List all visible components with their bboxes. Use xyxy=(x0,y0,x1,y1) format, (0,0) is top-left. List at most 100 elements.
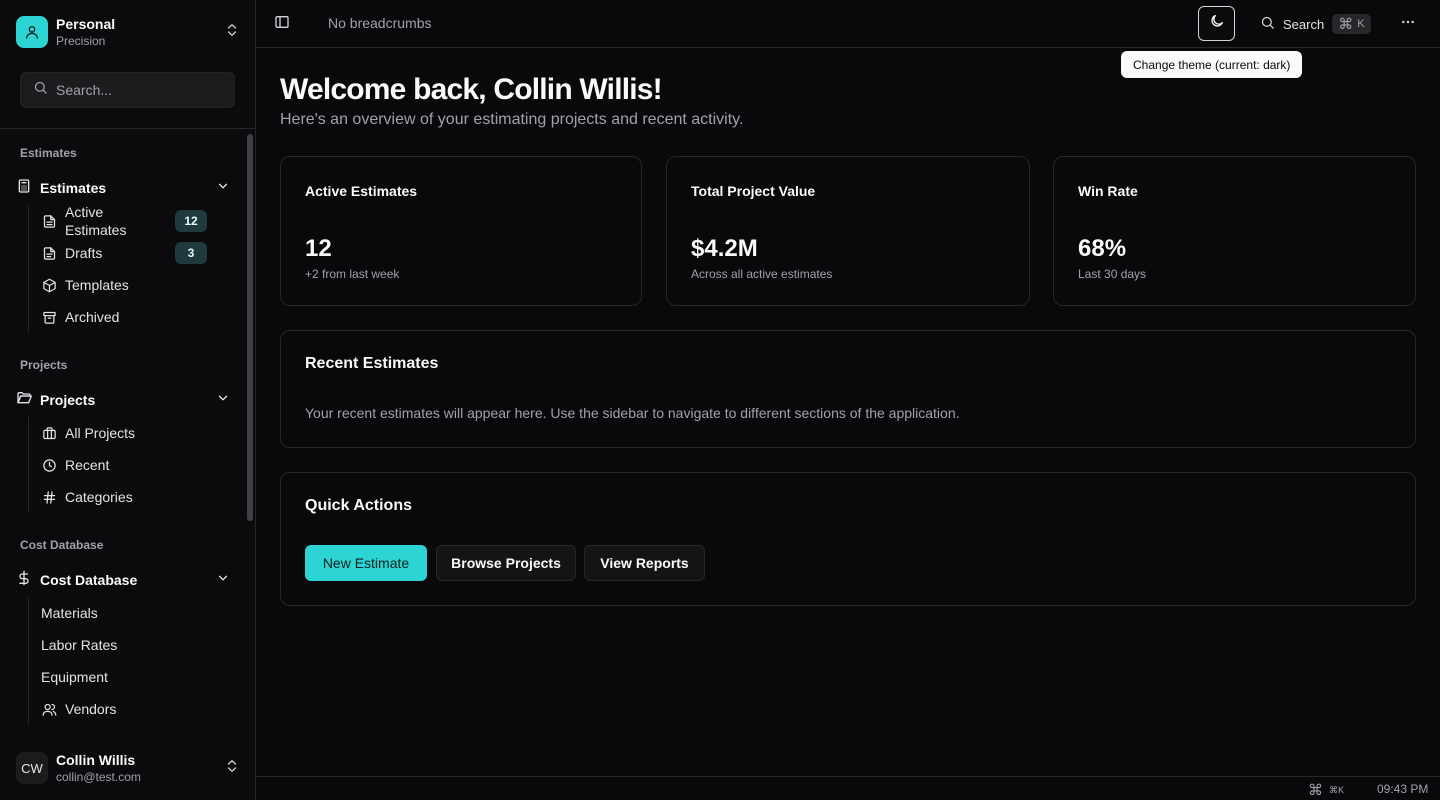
group-label-projects: Projects xyxy=(20,358,68,372)
clock: 09:43 PM xyxy=(1377,782,1429,796)
user-email: collin@test.com xyxy=(56,769,141,784)
count-badge: 3 xyxy=(175,242,207,264)
hash-icon xyxy=(41,489,57,505)
sidebar-search[interactable] xyxy=(20,72,235,108)
chevrons-up-down-icon xyxy=(224,758,240,779)
status-bar: ⌘ ⌘K 09:43 PM xyxy=(256,776,1440,800)
group-title-projects: Projects xyxy=(40,392,96,408)
stat-title: Win Rate xyxy=(1078,183,1138,199)
group-estimates-toggle[interactable]: Estimates xyxy=(16,174,230,202)
new-estimate-button[interactable]: New Estimate xyxy=(305,545,427,581)
sidebar-item-archived[interactable]: Archived xyxy=(41,303,207,331)
stat-value: $4.2M xyxy=(691,235,758,262)
command-symbol: ⌘ xyxy=(1338,16,1354,33)
group-label-estimates: Estimates xyxy=(20,146,77,160)
sidebar-item-labor-rates[interactable]: Labor Rates xyxy=(41,631,207,659)
sidebar: Personal Precision Estimates Estimates xyxy=(0,0,256,800)
search-shortcut: ⌘ K xyxy=(1332,14,1371,34)
stat-note: Last 30 days xyxy=(1078,267,1147,281)
card-text: Your recent estimates will appear here. … xyxy=(305,405,960,421)
chevron-down-icon xyxy=(216,179,230,198)
global-search-button[interactable]: Search ⌘ K xyxy=(1260,12,1371,36)
stat-value: 68% xyxy=(1078,235,1127,262)
sidebar-toggle-button[interactable] xyxy=(270,12,294,36)
stat-title: Total Project Value xyxy=(691,183,816,199)
clock-icon xyxy=(41,457,57,473)
sidebar-item-drafts[interactable]: Drafts 3 xyxy=(41,239,207,267)
dollar-sign-icon xyxy=(16,570,32,591)
shortcut-key: K xyxy=(1357,18,1365,30)
sidebar-item-label: Recent xyxy=(65,457,110,473)
stat-note: +2 from last week xyxy=(305,267,400,281)
search-label: Search xyxy=(1283,16,1325,32)
sidebar-item-label: Labor Rates xyxy=(41,637,118,653)
user-name: Collin Willis xyxy=(56,751,136,768)
group-title-cost-database: Cost Database xyxy=(40,572,138,588)
search-icon xyxy=(1260,15,1275,33)
sidebar-item-categories[interactable]: Categories xyxy=(41,483,207,511)
sidebar-item-label: Categories xyxy=(65,489,133,505)
card-title: Recent Estimates xyxy=(305,355,439,372)
shortcut-key: ⌘K xyxy=(1329,784,1345,795)
sidebar-item-label: Materials xyxy=(41,605,98,621)
chevrons-up-down-icon xyxy=(224,22,240,43)
sidebar-item-label: All Projects xyxy=(65,425,136,441)
projects-subtree: All Projects Recent Categories xyxy=(28,417,135,513)
users-icon xyxy=(41,701,57,717)
user-menu[interactable]: CW Collin Willis collin@test.com xyxy=(8,744,248,792)
sidebar-item-templates[interactable]: Templates xyxy=(41,271,207,299)
panel-left-icon xyxy=(274,14,290,35)
page-subtitle: Here's an overview of your estimating pr… xyxy=(280,111,744,128)
sidebar-item-label: Equipment xyxy=(41,669,108,685)
sidebar-search-input[interactable] xyxy=(56,82,216,98)
search-icon xyxy=(33,80,48,100)
group-title-estimates: Estimates xyxy=(40,180,107,196)
avatar: CW xyxy=(16,752,48,784)
sidebar-item-active-estimates[interactable]: Active Estimates 12 xyxy=(41,204,207,238)
file-text-icon xyxy=(41,213,57,229)
archive-icon xyxy=(41,309,57,325)
quick-actions-card: Quick Actions New Estimate Browse Projec… xyxy=(280,472,1416,606)
card-title: Quick Actions xyxy=(305,497,412,514)
command-shortcut[interactable]: ⌘ ⌘K xyxy=(1308,781,1344,799)
sidebar-item-equipment[interactable]: Equipment xyxy=(41,663,207,691)
stat-card-active-estimates: Active Estimates 12 +2 from last week xyxy=(280,156,642,306)
workspace-plan: Precision xyxy=(56,33,106,48)
workspace-name: Personal xyxy=(56,15,116,32)
box-icon xyxy=(41,277,57,293)
view-reports-button[interactable]: View Reports xyxy=(584,545,705,581)
folder-open-icon xyxy=(16,390,32,411)
estimates-subtree: Active Estimates 12 Drafts 3 Templates A… xyxy=(28,204,207,333)
sidebar-nav: Estimates Estimates Active Estimates 12 … xyxy=(0,129,255,736)
count-badge: 12 xyxy=(175,210,207,232)
group-projects-toggle[interactable]: Projects xyxy=(16,386,230,414)
sidebar-item-vendors[interactable]: Vendors xyxy=(41,695,207,723)
briefcase-icon xyxy=(41,425,57,441)
workspace-switcher[interactable]: Personal Precision xyxy=(8,8,248,56)
moon-icon xyxy=(1209,13,1225,34)
browse-projects-button[interactable]: Browse Projects xyxy=(436,545,576,581)
sidebar-item-materials[interactable]: Materials xyxy=(41,599,207,627)
sidebar-item-recent[interactable]: Recent xyxy=(41,451,207,479)
topbar: No breadcrumbs Search ⌘ K xyxy=(256,0,1440,48)
command-icon: ⌘ xyxy=(1308,782,1323,799)
sidebar-item-label: Vendors xyxy=(65,701,117,717)
chevron-down-icon xyxy=(216,571,230,590)
recent-estimates-card: Recent Estimates Your recent estimates w… xyxy=(280,330,1416,448)
more-options-button[interactable] xyxy=(1396,12,1420,36)
calculator-icon xyxy=(16,178,32,199)
workspace-logo-icon xyxy=(16,16,48,48)
sidebar-item-label: Drafts xyxy=(65,245,103,261)
sidebar-item-all-projects[interactable]: All Projects xyxy=(41,419,207,447)
cost-database-subtree: Materials Labor Rates Equipment Vendors xyxy=(28,597,117,725)
theme-toggle-button[interactable] xyxy=(1198,6,1235,41)
group-cost-database-toggle[interactable]: Cost Database xyxy=(16,566,230,594)
sidebar-scrollbar[interactable] xyxy=(247,134,253,521)
page-title: Welcome back, Collin Willis! xyxy=(280,73,663,106)
breadcrumb: No breadcrumbs xyxy=(328,15,432,31)
file-icon xyxy=(41,245,57,261)
stat-title: Active Estimates xyxy=(305,183,418,199)
more-horizontal-icon xyxy=(1400,14,1416,35)
chevron-down-icon xyxy=(216,391,230,410)
sidebar-item-label: Templates xyxy=(65,277,129,293)
